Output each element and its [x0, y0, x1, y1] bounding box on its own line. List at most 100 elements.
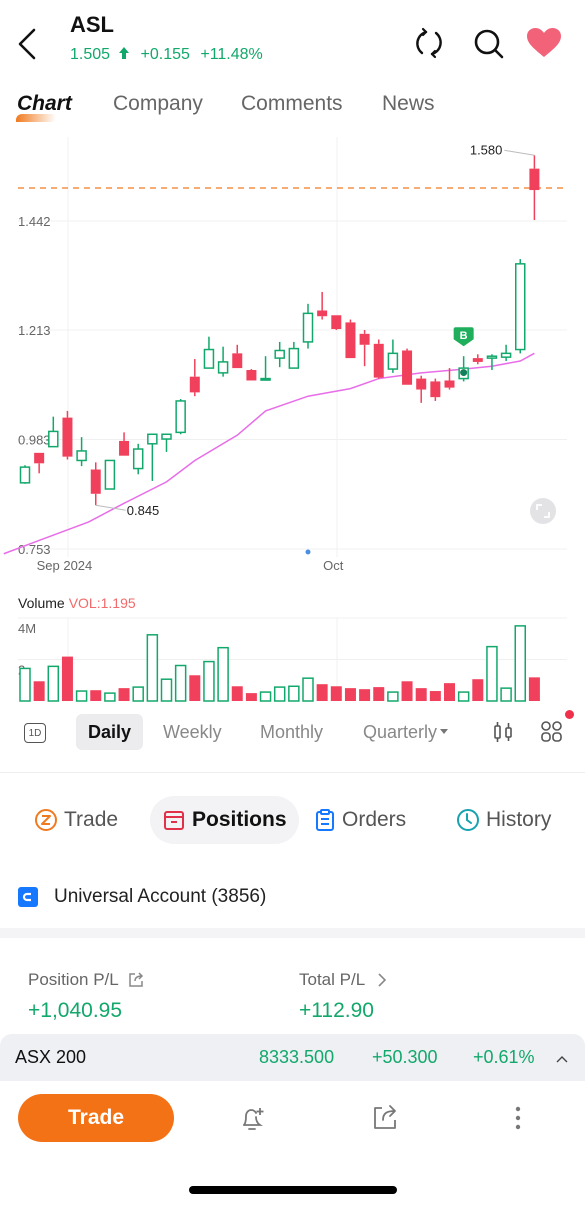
- x-axis-labels: Sep 2024 Oct: [37, 558, 344, 573]
- account-selector[interactable]: Universal Account (3856): [18, 886, 266, 908]
- high-annotation-label: 1.580: [470, 142, 503, 157]
- intraday-label: 1D: [28, 727, 42, 739]
- buy-marker-dot: [460, 369, 468, 377]
- candle-body: [147, 433, 158, 445]
- volume-bar: [528, 677, 540, 701]
- high-annotation-leader: [504, 149, 535, 156]
- candle: [387, 339, 399, 373]
- volume-bar: [429, 691, 441, 701]
- candle: [302, 303, 314, 349]
- chart-type-button[interactable]: [491, 720, 515, 744]
- y-axis-labels: 0.753 0.983 1.213 1.442: [18, 214, 51, 557]
- candle-body: [104, 459, 116, 490]
- index-ticker-bar[interactable]: ASX 200 8333.500 +50.300 +0.61%: [0, 1034, 585, 1081]
- period-weekly[interactable]: Weekly: [163, 722, 222, 743]
- period-quarterly[interactable]: Quarterly: [363, 722, 449, 743]
- candle: [486, 354, 498, 371]
- candle-body: [90, 469, 101, 494]
- chart-grid: [18, 220, 567, 550]
- bell-plus-icon: [243, 1108, 264, 1130]
- candle-body: [345, 322, 356, 359]
- volume-bar: [19, 667, 31, 702]
- total-pl-label[interactable]: Total P/L: [299, 970, 389, 990]
- candle: [430, 378, 441, 401]
- volume-bar: [47, 665, 60, 702]
- period-daily[interactable]: Daily: [88, 722, 131, 743]
- tab-positions-label: Positions: [192, 808, 287, 831]
- period-selector: 1D Daily Weekly Monthly Quarterly: [0, 710, 585, 754]
- candle-body: [34, 452, 45, 464]
- chevron-up-icon[interactable]: [555, 1054, 569, 1064]
- candle-body: [500, 352, 512, 358]
- candle-body: [119, 440, 130, 456]
- chevron-right-icon: [378, 973, 387, 987]
- candle-body: [175, 400, 186, 434]
- tab-history[interactable]: History: [456, 796, 551, 844]
- more-button[interactable]: [502, 1102, 534, 1134]
- candle: [48, 416, 59, 448]
- y-tick-label: 0.753: [18, 542, 51, 557]
- trade-button[interactable]: Trade: [18, 1094, 174, 1142]
- divider: [0, 772, 585, 773]
- tab-trade[interactable]: Trade: [34, 796, 118, 844]
- candle: [359, 330, 370, 367]
- candle: [246, 369, 257, 381]
- tab-positions[interactable]: Positions: [150, 796, 299, 844]
- back-button[interactable]: [14, 26, 44, 62]
- candle-body: [486, 355, 498, 359]
- tab-company[interactable]: Company: [113, 92, 203, 116]
- candle-body: [302, 312, 314, 343]
- tab-orders[interactable]: Orders: [314, 796, 406, 844]
- chart-vertical-grid: [67, 137, 338, 701]
- refresh-button[interactable]: [412, 26, 446, 60]
- candle-body: [260, 377, 271, 381]
- price-chart[interactable]: 0.753 0.983 1.213 1.442 Sep 2024 Oct 1.580 0.…: [0, 130, 585, 710]
- volume-bar: [217, 646, 229, 702]
- candle: [402, 348, 413, 385]
- indicators-button[interactable]: [540, 720, 564, 744]
- intraday-button[interactable]: 1D: [24, 723, 46, 743]
- stock-quote: 1.505 +0.155 +11.48%: [70, 46, 269, 64]
- search-button[interactable]: [471, 26, 505, 60]
- share-button[interactable]: [369, 1102, 401, 1134]
- candle: [232, 344, 243, 369]
- volume-indicator: VOL:1.195: [68, 595, 136, 611]
- candle: [458, 356, 469, 382]
- trade-tabs: Trade Positions Orders History: [0, 796, 585, 848]
- volume-bar: [344, 688, 356, 701]
- volume-header: Volume VOL:1.195: [18, 595, 136, 611]
- stock-price: 1.505: [70, 46, 130, 63]
- candle: [19, 465, 31, 484]
- tab-comments[interactable]: Comments: [241, 92, 343, 116]
- candle-body: [444, 380, 455, 388]
- tab-news[interactable]: News: [382, 92, 435, 116]
- volume-bar: [174, 664, 187, 702]
- candle-body: [161, 433, 172, 440]
- alert-button[interactable]: [236, 1102, 268, 1134]
- candle-body: [246, 370, 257, 381]
- volume-bar: [457, 691, 470, 702]
- tab-trade-label: Trade: [64, 808, 119, 831]
- favorite-button[interactable]: [525, 26, 563, 60]
- period-monthly[interactable]: Monthly: [260, 722, 323, 743]
- volume-bar: [231, 686, 243, 701]
- position-pl-label[interactable]: Position P/L: [28, 970, 145, 990]
- volume-bar: [259, 691, 272, 702]
- candle-body: [317, 310, 328, 317]
- refresh-icon: [416, 27, 442, 59]
- candle: [189, 359, 200, 397]
- x-tick-label: Sep 2024: [37, 558, 93, 573]
- volume-bar: [75, 690, 88, 702]
- candle-body: [62, 417, 73, 457]
- search-icon: [474, 29, 504, 59]
- candle-body: [359, 333, 370, 345]
- candle-body: [232, 353, 243, 369]
- share-icon: [128, 972, 143, 987]
- fullscreen-button[interactable]: [530, 498, 556, 524]
- volume-grid: [18, 617, 567, 660]
- volume-bar: [500, 687, 512, 702]
- candle: [529, 155, 540, 221]
- tab-chart[interactable]: Chart: [17, 92, 72, 116]
- notification-dot: [565, 710, 574, 719]
- candle-body: [189, 376, 200, 393]
